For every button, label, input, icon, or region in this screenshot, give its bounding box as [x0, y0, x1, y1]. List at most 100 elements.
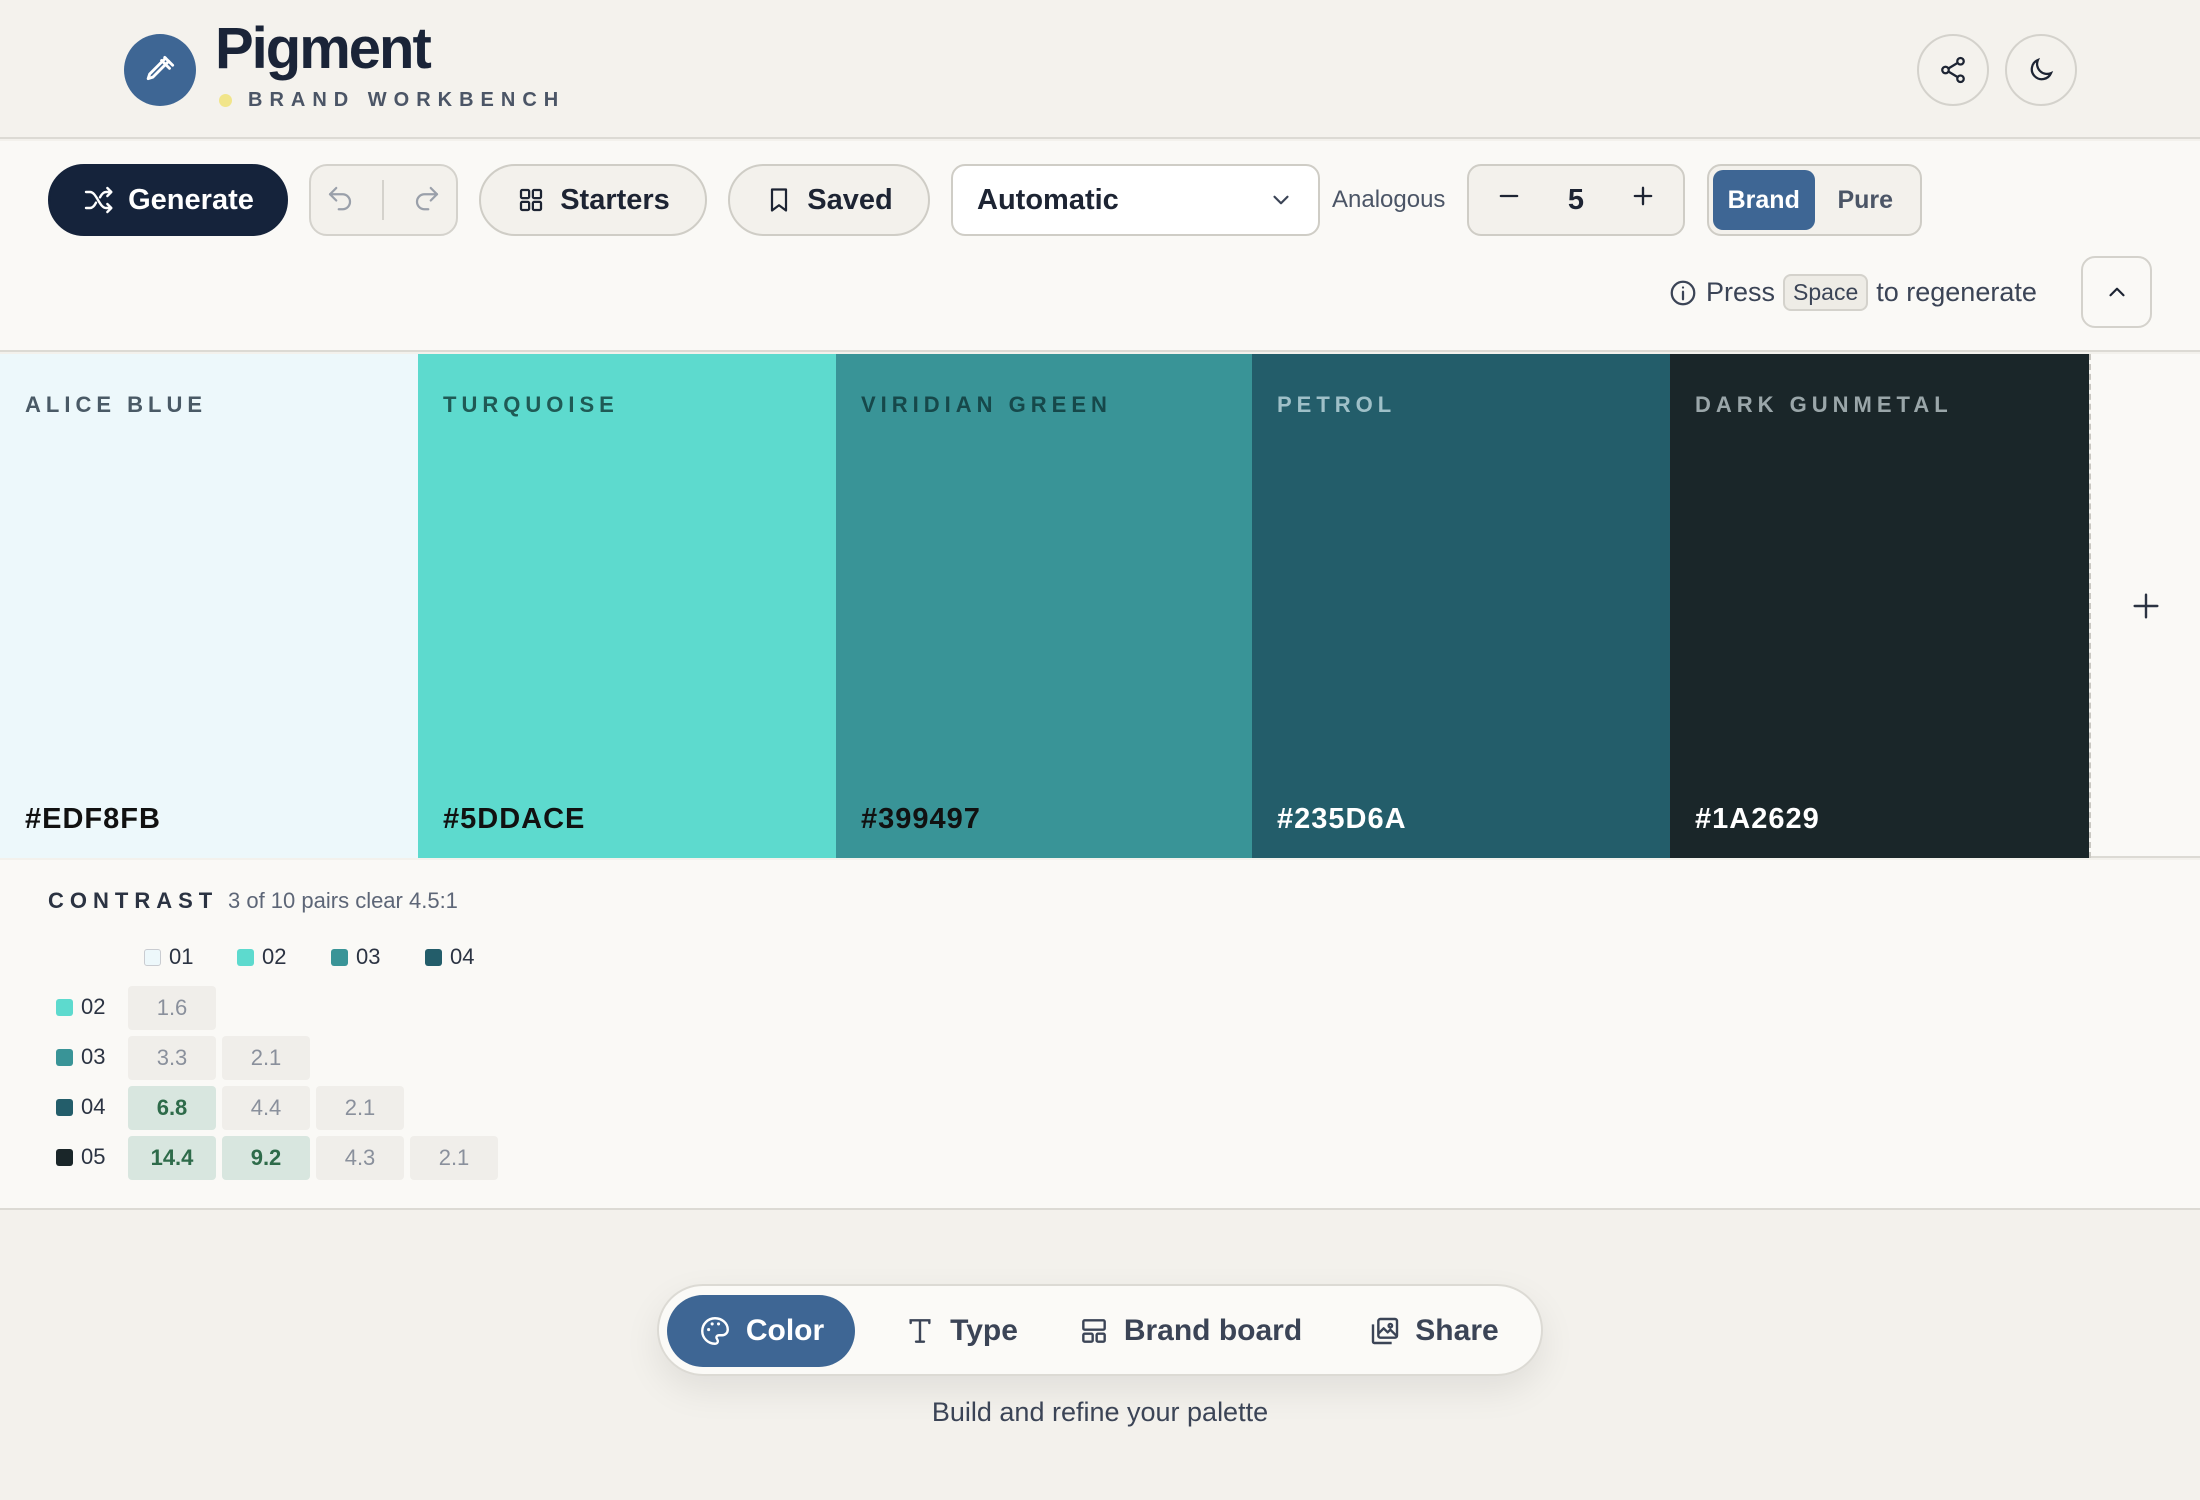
- generation-mode-value: Automatic: [977, 183, 1119, 216]
- color-chip: [331, 948, 348, 966]
- contrast-cell: 2.1: [316, 1086, 404, 1130]
- redo-button[interactable]: [412, 183, 442, 218]
- color-chip: [56, 1098, 73, 1116]
- hint-prefix: Press: [1706, 277, 1776, 307]
- contrast-row-03: 03: [56, 1044, 105, 1070]
- contrast-col-03: 03: [331, 944, 380, 970]
- layout-icon: [1081, 1319, 1106, 1343]
- undo-icon: [328, 186, 351, 210]
- generate-label: Generate: [128, 183, 254, 216]
- info-icon: [1670, 280, 1696, 305]
- space-key: Space: [1783, 274, 1869, 311]
- contrast-col-label: 01: [169, 944, 194, 969]
- app-title: Pigment: [215, 16, 432, 81]
- contrast-cell: 4.4: [222, 1086, 310, 1130]
- brand-dot: [219, 94, 232, 107]
- undo-button[interactable]: [325, 183, 355, 218]
- nav-label: Type: [950, 1314, 1018, 1347]
- swatch-hex[interactable]: #5DDACE: [443, 803, 585, 836]
- nav-label: Share: [1415, 1314, 1499, 1347]
- generation-mode-select[interactable]: Automatic: [951, 164, 1320, 236]
- color-chip: [237, 948, 254, 966]
- chevron-up-icon: [2108, 287, 2125, 297]
- color-count-stepper: 5: [1467, 164, 1685, 236]
- contrast-title: CONTRAST: [48, 888, 219, 913]
- share-button[interactable]: [1917, 34, 1989, 106]
- moon-icon: [2030, 57, 2054, 81]
- type-icon: [909, 1319, 931, 1343]
- starters-label: Starters: [560, 183, 670, 216]
- color-chip: [56, 1148, 73, 1166]
- contrast-row-label: 04: [81, 1094, 106, 1119]
- contrast-row-label: 03: [81, 1044, 106, 1069]
- contrast-cell: 2.1: [222, 1036, 310, 1080]
- images-icon: [1372, 1317, 1399, 1345]
- plus-icon: [2132, 593, 2159, 619]
- pure-mode-option[interactable]: Pure: [1815, 170, 1917, 230]
- contrast-cell: 3.3: [128, 1036, 216, 1080]
- contrast-col-01: 01: [144, 944, 193, 970]
- nav-tab-share[interactable]: Share: [1339, 1295, 1529, 1367]
- swatch-1[interactable]: ALICE BLUE #EDF8FB: [0, 354, 418, 858]
- contrast-panel: CONTRAST 3 of 10 pairs clear 4.5:1 01 02…: [0, 860, 2200, 1210]
- saved-button[interactable]: Saved: [728, 164, 930, 236]
- swatch-3[interactable]: VIRIDIAN GREEN #399497: [836, 354, 1252, 858]
- contrast-row-04: 04: [56, 1094, 105, 1120]
- bottom-nav: Color Type Brand board Share: [657, 1284, 1543, 1376]
- theme-toggle-button[interactable]: [2005, 34, 2077, 106]
- generate-button[interactable]: Generate: [48, 164, 288, 236]
- nav-caption: Build and refine your palette: [931, 1397, 1269, 1427]
- palette-icon: [700, 1317, 729, 1345]
- contrast-row-label: 02: [81, 994, 106, 1019]
- app-header: Pigment BRAND WORKBENCH: [0, 0, 2200, 139]
- harmony-label: Analogous: [1332, 186, 1446, 213]
- hint-suffix: to regenerate: [1876, 277, 2037, 307]
- eyedropper-logo-icon: [124, 34, 196, 106]
- color-chip: [425, 948, 442, 966]
- plus-icon: [1633, 186, 1653, 206]
- add-color-button[interactable]: [2089, 354, 2200, 858]
- swatch-hex[interactable]: #235D6A: [1277, 803, 1407, 836]
- swatch-name: DARK GUNMETAL: [1695, 392, 1953, 417]
- nav-label: Color: [745, 1314, 825, 1347]
- contrast-col-02: 02: [237, 944, 286, 970]
- contrast-row-label: 05: [81, 1144, 106, 1169]
- swatch-name: VIRIDIAN GREEN: [861, 392, 1112, 417]
- swatch-hex[interactable]: #1A2629: [1695, 803, 1820, 836]
- redo-icon: [416, 186, 439, 210]
- swatch-4[interactable]: PETROL #235D6A: [1252, 354, 1670, 858]
- nav-label: Brand board: [1123, 1314, 1303, 1347]
- shuffle-icon: [84, 186, 113, 214]
- starters-button[interactable]: Starters: [479, 164, 707, 236]
- brand-mode-option[interactable]: Brand: [1713, 170, 1815, 230]
- nav-tab-brand-board[interactable]: Brand board: [1065, 1295, 1315, 1367]
- nav-tab-type[interactable]: Type: [879, 1295, 1043, 1367]
- contrast-cell: 2.1: [410, 1136, 498, 1180]
- regenerate-hint: Press Space to regenerate: [1668, 274, 2037, 311]
- contrast-row-02: 02: [56, 994, 105, 1020]
- saved-label: Saved: [807, 183, 893, 216]
- color-count-value[interactable]: 5: [1568, 184, 1584, 217]
- contrast-col-label: 02: [262, 944, 287, 969]
- contrast-col-label: 03: [356, 944, 381, 969]
- increment-button[interactable]: [1629, 182, 1657, 218]
- contrast-col-label: 04: [450, 944, 475, 969]
- minus-icon: [1499, 194, 1519, 198]
- decrement-button[interactable]: [1495, 182, 1523, 218]
- contrast-cell: 1.6: [128, 986, 216, 1030]
- swatch-hex[interactable]: #399497: [861, 803, 981, 836]
- swatch-name: PETROL: [1277, 392, 1397, 417]
- share-icon: [1941, 56, 1965, 84]
- swatch-5[interactable]: DARK GUNMETAL #1A2629: [1670, 354, 2089, 858]
- swatch-2[interactable]: TURQUOISE #5DDACE: [418, 354, 836, 858]
- swatch-hex[interactable]: #EDF8FB: [25, 803, 161, 836]
- palette-strip: ALICE BLUE #EDF8FB TURQUOISE #5DDACE VIR…: [0, 354, 2200, 858]
- collapse-toolbar-button[interactable]: [2081, 256, 2152, 328]
- history-divider: [382, 180, 385, 220]
- contrast-col-04: 04: [425, 944, 474, 970]
- color-chip: [56, 1048, 73, 1066]
- color-chip: [56, 998, 73, 1016]
- color-mode-toggle: Brand Pure: [1707, 164, 1922, 236]
- nav-tab-color[interactable]: Color: [667, 1295, 855, 1367]
- contrast-summary: 3 of 10 pairs clear 4.5:1: [228, 888, 458, 913]
